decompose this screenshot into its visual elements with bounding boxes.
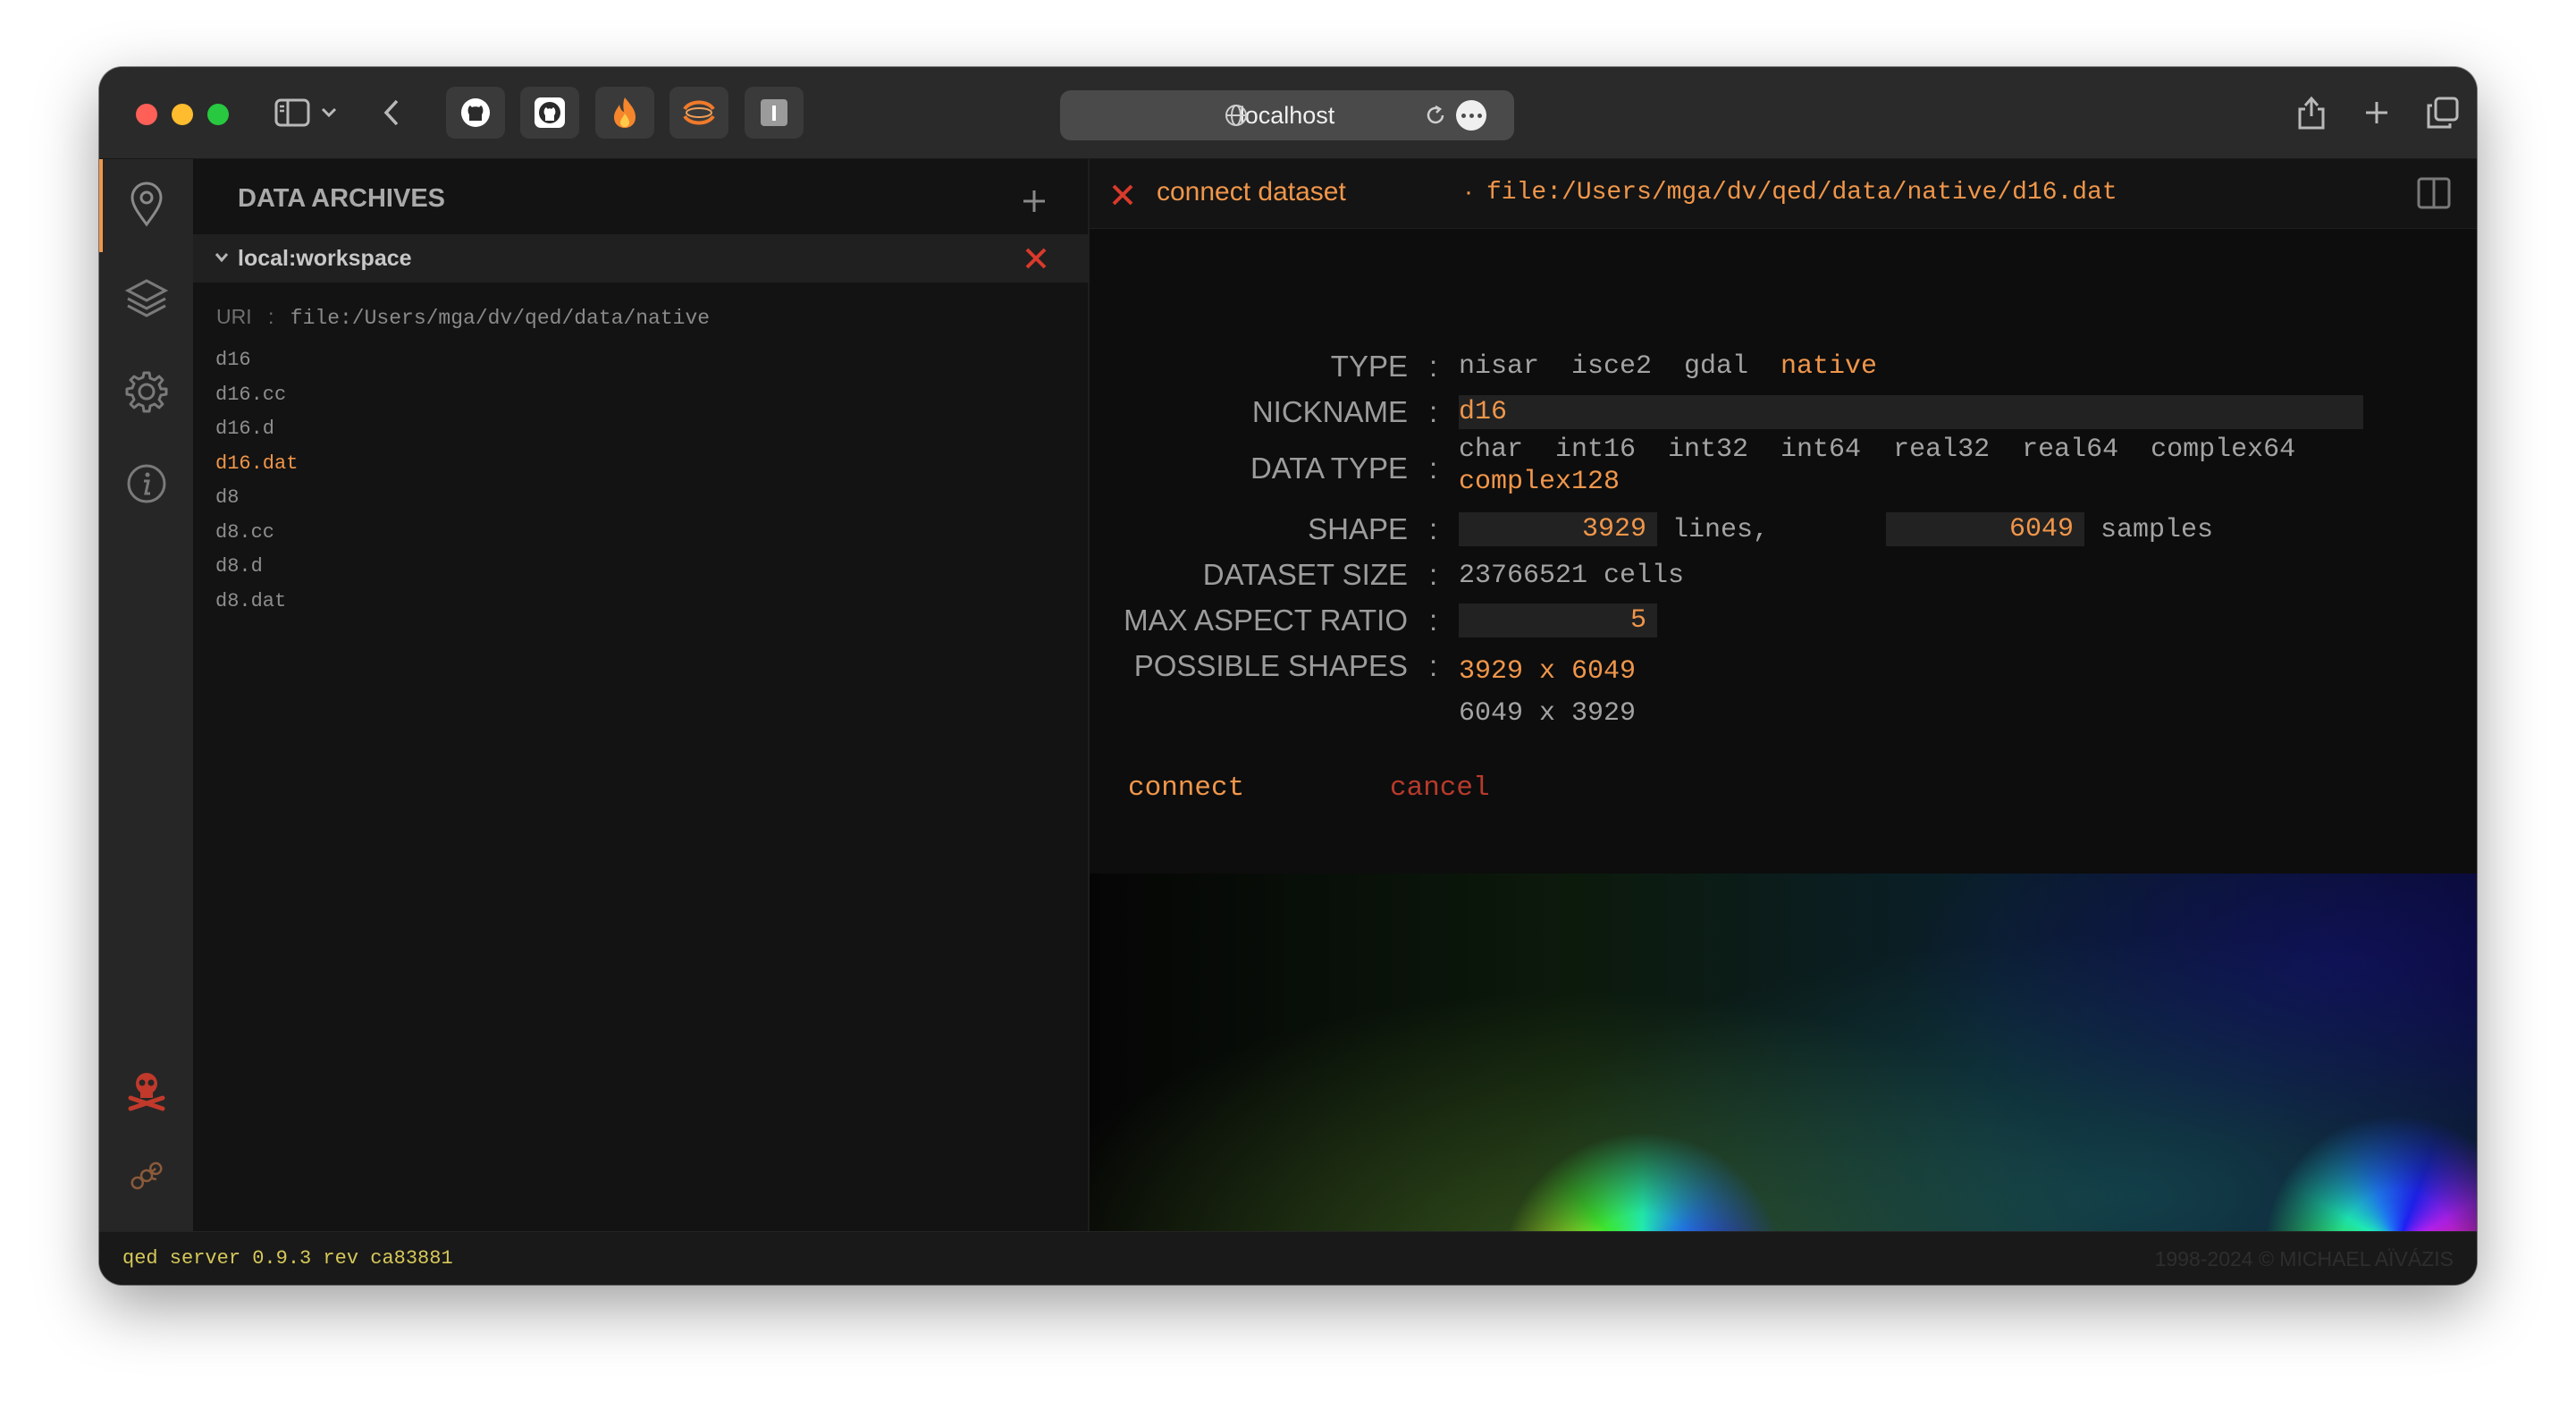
shape-lines-input[interactable]: 3929 (1459, 512, 1657, 546)
copyright: 1998-2024 © MICHAEL AÏVÁZIS (2154, 1247, 2454, 1270)
file-item[interactable]: d8.dat (215, 585, 298, 620)
location-pin-icon[interactable] (99, 173, 193, 235)
split-view-icon[interactable] (2417, 177, 2451, 214)
file-item[interactable]: d16.cc (215, 378, 298, 413)
possible-shapes-list: 3929 x 6049 6049 x 3929 (1459, 651, 1636, 735)
dataset-preview (1090, 874, 2477, 1231)
datatype-option[interactable]: int16 (1555, 434, 1636, 466)
aspect-ratio-input[interactable]: 5 (1459, 603, 1657, 637)
datatype-options: char int16 int32 int64 real32 real64 complex64… (1459, 434, 2379, 498)
data-archives-panel: DATA ARCHIVES local:workspace URI : file… (193, 159, 1090, 1231)
connect-dataset-view: connect dataset · file:/Users/mga/dv/qed… (1090, 159, 2477, 1231)
minimize-window-button[interactable] (172, 104, 193, 125)
chevron-down-icon[interactable] (316, 90, 342, 135)
possible-shapes-row: POSSIBLE SHAPES : 3929 x 6049 6049 x 3929 (1090, 649, 2477, 730)
url-text: localhost (1239, 101, 1335, 129)
panel-title: DATA ARCHIVES (238, 184, 445, 213)
browser-window: localhost DATA ARCHIVES local:workspace … (99, 67, 2477, 1285)
nickname-label: NICKNAME (1251, 395, 1408, 428)
swirl-icon[interactable] (669, 87, 728, 139)
shape-samples-input[interactable]: 6049 (1886, 512, 2084, 546)
layers-icon[interactable] (99, 266, 193, 329)
server-version: qed server 0.9.3 rev ca83881 (122, 1247, 453, 1270)
datatype-option[interactable]: complex128 (1459, 466, 1620, 498)
dataset-size-row: DATASET SIZE : 23766521 cells (1202, 558, 1685, 591)
info-icon[interactable] (99, 452, 193, 515)
title-separator: · (1464, 177, 1473, 207)
connect-button[interactable]: connect (1128, 772, 1244, 804)
add-archive-icon[interactable] (1022, 189, 1047, 218)
shape-lines-unit: lines, (1672, 515, 1770, 545)
type-row: TYPE : nisar isce2 gdal native (1330, 350, 1878, 383)
skull-icon[interactable] (99, 1058, 193, 1120)
view-header: connect dataset · file:/Users/mga/dv/qed… (1090, 159, 2477, 229)
possible-shapes-label: POSSIBLE SHAPES (1133, 649, 1408, 682)
info-box-icon[interactable] (745, 87, 804, 139)
cancel-button[interactable]: cancel (1390, 772, 1490, 804)
datatype-option[interactable]: real32 (1893, 434, 1990, 466)
chevron-down-icon[interactable] (215, 251, 229, 267)
type-options: nisar isce2 gdal native (1459, 351, 1877, 382)
close-archive-icon[interactable] (1024, 247, 1048, 274)
file-item[interactable]: d16.d (215, 412, 298, 447)
shape-samples-unit: samples (2100, 515, 2214, 545)
dataset-size-label: DATASET SIZE (1202, 558, 1408, 591)
uri-label: URI (216, 305, 252, 328)
archive-header[interactable]: local:workspace (193, 234, 1090, 283)
more-icon[interactable] (1456, 100, 1486, 131)
flame-icon[interactable] (595, 87, 654, 139)
close-view-icon[interactable] (1111, 183, 1134, 211)
aspect-ratio-label: MAX ASPECT RATIO (1124, 603, 1408, 637)
close-window-button[interactable] (136, 104, 157, 125)
back-icon[interactable] (370, 90, 413, 135)
file-item[interactable]: d8.cc (215, 516, 298, 551)
type-option[interactable]: isce2 (1571, 351, 1652, 382)
archive-name: local:workspace (238, 246, 412, 271)
datatype-option[interactable]: int32 (1668, 434, 1748, 466)
github-icon[interactable] (446, 87, 505, 139)
sidebar-toggle-icon[interactable] (271, 90, 314, 135)
datatype-option[interactable]: int64 (1780, 434, 1861, 466)
dataset-size-value: 23766521 cells (1459, 561, 1685, 591)
zoom-window-button[interactable] (207, 104, 229, 125)
file-list: d16 d16.cc d16.d d16.dat d8 d8.cc d8.d d8.dat (215, 343, 298, 619)
possible-shape-option[interactable]: 3929 x 6049 (1459, 651, 1636, 693)
file-item[interactable]: d16 (215, 343, 298, 378)
datatype-option[interactable]: char (1459, 434, 1523, 466)
nickname-row: NICKNAME : d16 (1090, 395, 2477, 435)
activity-rail (99, 159, 193, 1231)
datatype-label: DATA TYPE (1250, 452, 1408, 485)
view-title: connect dataset (1157, 177, 1346, 207)
archive-uri: URI : file:/Users/mga/dv/qed/data/native (216, 305, 711, 330)
status-bar: qed server 0.9.3 rev ca83881 1998-2024 ©… (99, 1231, 2477, 1285)
type-option[interactable]: nisar (1459, 351, 1539, 382)
type-option[interactable]: gdal (1684, 351, 1748, 382)
file-item[interactable]: d8 (215, 481, 298, 516)
aspect-ratio-row: MAX ASPECT RATIO : 5 (1090, 603, 2477, 643)
globe-icon (1225, 104, 1248, 133)
uri-value: file:/Users/mga/dv/qed/data/native (290, 307, 711, 330)
datatype-option[interactable]: real64 (2022, 434, 2118, 466)
nickname-input[interactable]: d16 (1459, 395, 2363, 429)
new-tab-icon[interactable] (2355, 90, 2398, 135)
possible-shape-option[interactable]: 6049 x 3929 (1459, 693, 1636, 735)
datatype-option[interactable]: complex64 (2151, 434, 2295, 466)
type-option[interactable]: native (1780, 351, 1877, 382)
dataset-path: file:/Users/mga/dv/qed/data/native/d16.d… (1486, 179, 2117, 207)
address-bar[interactable]: localhost (1060, 90, 1514, 140)
file-item[interactable]: d16.dat (215, 447, 298, 482)
share-icon[interactable] (2290, 90, 2333, 135)
file-item[interactable]: d8.d (215, 550, 298, 585)
shape-label: SHAPE (1308, 512, 1408, 545)
github-outline-icon[interactable] (520, 87, 579, 139)
reload-icon[interactable] (1424, 104, 1447, 133)
type-label: TYPE (1330, 350, 1408, 383)
shape-row: SHAPE : 3929 lines, 6049 samples (1308, 512, 2214, 546)
tab-overview-icon[interactable] (2421, 90, 2464, 135)
gear-icon[interactable] (99, 360, 193, 423)
browser-toolbar: localhost (99, 67, 2477, 159)
qed-logo-icon (99, 1144, 193, 1207)
